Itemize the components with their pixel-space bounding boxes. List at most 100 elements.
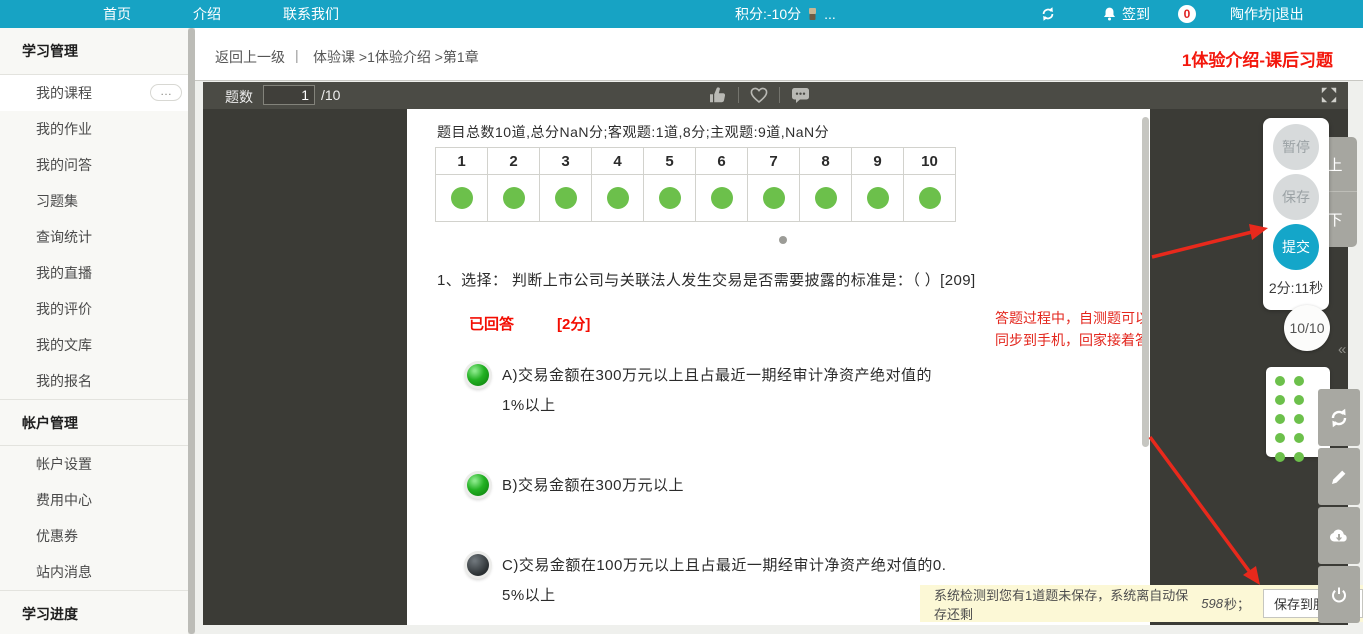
question-answered-dot[interactable] — [488, 175, 540, 222]
sidebar-scrollbar[interactable] — [188, 28, 195, 634]
user-logout-link[interactable]: 陶作坊|退出 — [1230, 0, 1304, 28]
mini-progress-dot[interactable] — [1294, 376, 1304, 386]
back-link[interactable]: 返回上一级 — [215, 47, 285, 67]
option-c-label: C)交易金额在100万元以上且占最近一期经审计净资产绝对值的0. 5%以上 — [502, 551, 977, 611]
autosave-seconds: 598 — [1200, 596, 1224, 611]
question-nav-number[interactable]: 1 — [436, 148, 488, 175]
question-answered-dot[interactable] — [852, 175, 904, 222]
sync-icon — [1328, 407, 1350, 429]
pagination-dot[interactable] — [779, 236, 787, 244]
mini-progress-dot[interactable] — [1275, 452, 1285, 462]
sidebar-scrollbar-thumb[interactable] — [188, 28, 195, 634]
question-nav-number[interactable]: 8 — [800, 148, 852, 175]
progress-circle: 10/10 — [1284, 305, 1330, 351]
mini-progress-dot[interactable] — [1275, 395, 1285, 405]
toolbar-separator — [779, 87, 780, 103]
mini-progress-dot[interactable] — [1294, 414, 1304, 424]
pause-button[interactable]: 暂停 — [1273, 124, 1319, 170]
question-nav-number[interactable]: 7 — [748, 148, 800, 175]
sidebar-item-my-courses[interactable]: 我的课程 … — [0, 75, 188, 111]
question-number-input[interactable]: 1 — [263, 85, 315, 105]
radio-selected-icon[interactable] — [467, 364, 489, 386]
question-nav-number[interactable]: 6 — [696, 148, 748, 175]
mini-progress-dot[interactable] — [1275, 376, 1285, 386]
sidebar-item-label: 我的课程 — [36, 83, 92, 103]
comment-icon[interactable] — [790, 85, 811, 105]
option-b[interactable]: B)交易金额在300万元以上 — [467, 471, 977, 501]
question-nav-number[interactable]: 3 — [540, 148, 592, 175]
quiz-panel: 题目总数10道,总分NaN分;客观题:1道,8分;主观题:9道,NaN分 1 2… — [407, 109, 1150, 625]
question-text: 1、选择： 判断上市公司与关联法人发生交易是否需要披露的标准是：（ ）[209] — [437, 269, 976, 290]
breadcrumb: 体验课 >1体验介绍 >第1章 — [313, 47, 479, 67]
question-nav-number[interactable]: 5 — [644, 148, 696, 175]
autosave-suffix: 秒； — [1224, 594, 1250, 613]
option-a[interactable]: A)交易金额在300万元以上且占最近一期经审计净资产绝对值的 1%以上 — [467, 361, 977, 421]
heart-icon[interactable] — [749, 85, 769, 105]
quiz-player: 题数 1 /10 — [203, 82, 1348, 625]
sign-in[interactable]: 签到 — [1102, 0, 1150, 28]
sidebar-item-billing-center[interactable]: 费用中心 — [0, 482, 188, 518]
cloud-download-icon — [1328, 526, 1350, 546]
sidebar-item-my-registration[interactable]: 我的报名 — [0, 363, 188, 399]
mini-progress-dot[interactable] — [1275, 433, 1285, 443]
points-more[interactable]: ... — [824, 6, 836, 22]
content-scrollbar-thumb[interactable] — [1142, 117, 1149, 447]
question-nav-number[interactable]: 9 — [852, 148, 904, 175]
fullscreen-icon[interactable] — [1320, 86, 1338, 104]
sidebar-item-my-homework[interactable]: 我的作业 — [0, 111, 188, 147]
sync-button[interactable] — [1318, 389, 1360, 446]
question-answered-dot[interactable] — [644, 175, 696, 222]
question-answered-dot[interactable] — [592, 175, 644, 222]
sidebar-item-my-reviews[interactable]: 我的评价 — [0, 291, 188, 327]
sidebar-item-exercise-set[interactable]: 习题集 — [0, 183, 188, 219]
question-nav-number[interactable]: 10 — [904, 148, 956, 175]
thumbs-up-icon[interactable] — [708, 85, 728, 105]
sidebar-item-my-qa[interactable]: 我的问答 — [0, 147, 188, 183]
sidebar-item-my-library[interactable]: 我的文库 — [0, 327, 188, 363]
refresh-icon[interactable] — [1040, 6, 1056, 22]
download-button[interactable] — [1318, 507, 1360, 564]
sidebar-item-site-messages[interactable]: 站内消息 — [0, 554, 188, 590]
question-answered-dot[interactable] — [696, 175, 748, 222]
sidebar-item-query-stats[interactable]: 查询统计 — [0, 219, 188, 255]
autosave-notification: 系统检测到您有1道题未保存，系统离自动保存还剩 598 秒； 保存到服务器 — [920, 585, 1363, 622]
radio-selected-icon[interactable] — [467, 474, 489, 496]
medal-icon — [807, 7, 818, 21]
sidebar-item-my-live[interactable]: 我的直播 — [0, 255, 188, 291]
mini-progress-dot[interactable] — [1294, 452, 1304, 462]
question-nav-number[interactable]: 4 — [592, 148, 644, 175]
question-answered-dot[interactable] — [436, 175, 488, 222]
autosave-text: 系统检测到您有1道题未保存，系统离自动保存还剩 — [934, 585, 1200, 623]
app-root: 首页 介绍 联系我们 积分:-10分 ... 签到 0 陶作坊|退出 — [0, 0, 1363, 634]
nav-contact[interactable]: 联系我们 — [283, 4, 339, 24]
question-total: /10 — [321, 87, 340, 103]
save-button[interactable]: 保存 — [1273, 174, 1319, 220]
power-button[interactable] — [1318, 566, 1360, 623]
sidebar-section-study: 学习管理 — [0, 28, 188, 75]
mini-progress-dot[interactable] — [1275, 414, 1285, 424]
question-nav-number[interactable]: 2 — [488, 148, 540, 175]
answered-status: 已回答 — [469, 313, 514, 334]
nav-home[interactable]: 首页 — [103, 4, 131, 24]
notification-badge[interactable]: 0 — [1178, 5, 1196, 23]
option-b-label: B)交易金额在300万元以上 — [502, 471, 977, 501]
sidebar-item-account-settings[interactable]: 帐户设置 — [0, 446, 188, 482]
power-icon — [1329, 585, 1349, 605]
submit-button[interactable]: 提交 — [1273, 224, 1319, 270]
collapse-chevrons-icon[interactable]: « — [1338, 341, 1346, 358]
sidebar: 学习管理 我的课程 … 我的作业 我的问答 习题集 查询统计 我的直播 我的评价… — [0, 28, 188, 634]
nav-intro[interactable]: 介绍 — [193, 4, 221, 24]
sidebar-section-progress: 学习进度 — [0, 590, 188, 634]
radio-unselected-icon[interactable] — [467, 554, 489, 576]
option-c[interactable]: C)交易金额在100万元以上且占最近一期经审计净资产绝对值的0. 5%以上 — [467, 551, 977, 611]
sidebar-item-coupons[interactable]: 优惠券 — [0, 518, 188, 554]
question-answered-dot[interactable] — [800, 175, 852, 222]
mini-progress-dot[interactable] — [1294, 433, 1304, 443]
question-answered-dot[interactable] — [540, 175, 592, 222]
question-answered-dot[interactable] — [748, 175, 800, 222]
pencil-icon — [1329, 467, 1349, 487]
edit-button[interactable] — [1318, 448, 1360, 505]
question-answered-dot[interactable] — [904, 175, 956, 222]
more-ellipsis-icon[interactable]: … — [150, 84, 182, 101]
mini-progress-dot[interactable] — [1294, 395, 1304, 405]
